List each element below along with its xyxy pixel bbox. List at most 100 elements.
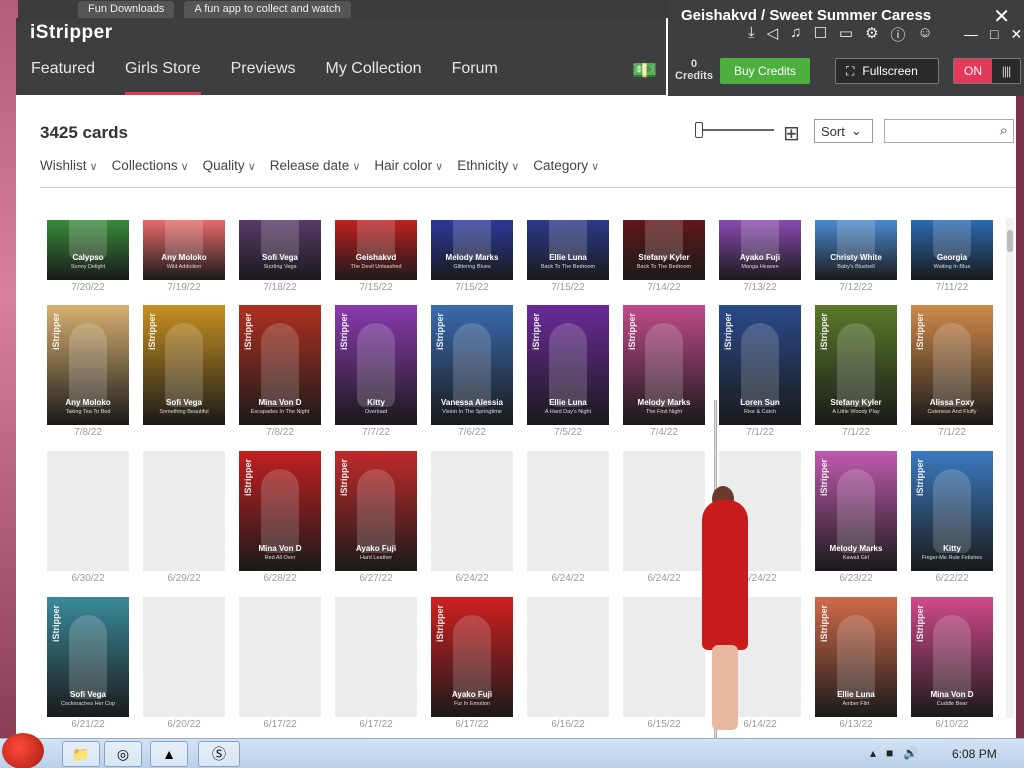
card[interactable]: iStripper Melody Marks Kawaii Girl 6/23/22 bbox=[815, 451, 897, 584]
explorer-icon[interactable]: 📁 bbox=[62, 741, 100, 767]
music-icon[interactable]: ♫ bbox=[790, 24, 801, 45]
istripper-taskbar-icon[interactable]: Ⓢ bbox=[198, 741, 240, 767]
user-icon[interactable]: ☺ bbox=[918, 24, 933, 45]
card[interactable]: iStripper Vanessa Alessia Vision In The Sp… bbox=[431, 305, 513, 438]
filter-wishlist[interactable]: Wishlist ∨ bbox=[40, 158, 98, 173]
close-window-icon[interactable]: ✕ bbox=[1010, 26, 1022, 43]
money-icon[interactable]: 💵 bbox=[632, 58, 668, 88]
nav-previews[interactable]: Previews bbox=[216, 52, 311, 95]
dancer-dress bbox=[702, 500, 748, 650]
zoom-slider-handle[interactable] bbox=[695, 122, 703, 138]
card-model-name: Ellie Luna bbox=[837, 690, 875, 699]
model-silhouette bbox=[837, 615, 875, 699]
card[interactable]: Geishakvd The Devil Unleashed 7/15/22 bbox=[335, 220, 417, 293]
scrollbar[interactable] bbox=[1006, 218, 1014, 718]
card[interactable]: iStripper Mina Von D Red All Over 6/28/22 bbox=[239, 451, 321, 584]
card[interactable]: iStripper Ayako Fuji Hard Leather 6/27/22 bbox=[335, 451, 417, 584]
card[interactable]: 6/20/22 bbox=[143, 597, 225, 730]
card-show-title: Something Beautiful bbox=[159, 409, 209, 415]
filter-ethnicity[interactable]: Ethnicity ∨ bbox=[457, 158, 519, 173]
card-placeholder bbox=[431, 451, 513, 571]
card[interactable]: 6/24/22 bbox=[527, 451, 609, 584]
card[interactable]: Any Moloko Wild Addiction 7/19/22 bbox=[143, 220, 225, 293]
filter-quality[interactable]: Quality ∨ bbox=[203, 158, 256, 173]
card[interactable]: iStripper Kitty Overload 7/7/22 bbox=[335, 305, 417, 438]
grid-view-icon[interactable]: ⊞ bbox=[783, 121, 800, 146]
card[interactable]: iStripper Kitty Finger-Me Rule Fetishes 6/2… bbox=[911, 451, 993, 584]
card-show-title: Amber Flirt bbox=[842, 701, 870, 707]
card-placeholder bbox=[47, 451, 129, 571]
card-show-title: Sunny Delight bbox=[70, 264, 106, 270]
card[interactable]: iStripper Alissa Foxy Cuteness And Fluffy 7… bbox=[911, 305, 993, 438]
nav-girls-store[interactable]: Girls Store bbox=[110, 52, 216, 95]
network-icon[interactable]: ■ bbox=[886, 746, 893, 760]
volume-icon[interactable]: 🔊 bbox=[903, 746, 918, 760]
card[interactable]: Melody Marks Glittering Blues 7/15/22 bbox=[431, 220, 513, 293]
filter-category[interactable]: Category ∨ bbox=[533, 158, 599, 173]
filter-hair-color[interactable]: Hair color ∨ bbox=[374, 158, 443, 173]
vlc-icon[interactable]: ▲ bbox=[150, 741, 188, 767]
card[interactable]: Christy White Baby's Bluebell 7/12/22 bbox=[815, 220, 897, 293]
card[interactable]: iStripper Any Moloko Taking Tea To Bed 7/8/… bbox=[47, 305, 129, 438]
card[interactable]: iStripper Sofi Vega Cockroaches Her Cop 6/2… bbox=[47, 597, 129, 730]
card[interactable]: iStripper Mina Von D Escapades In The Nigh… bbox=[239, 305, 321, 438]
monitor-icon[interactable]: ▭ bbox=[839, 24, 853, 45]
browser-tab-active[interactable]: A fun app to collect and watch bbox=[184, 1, 351, 19]
start-button[interactable] bbox=[2, 733, 44, 768]
sound-icon[interactable]: ◁ bbox=[767, 24, 779, 45]
card[interactable]: iStripper Mina Von D Cuddle Bear 6/10/22 bbox=[911, 597, 993, 730]
card-release-date: 6/21/22 bbox=[71, 719, 105, 730]
info-icon[interactable]: ⓘ bbox=[891, 24, 906, 45]
card-brand-tag: iStripper bbox=[819, 605, 829, 643]
clipboard-icon[interactable]: ☐ bbox=[813, 24, 826, 45]
filter-release-date[interactable]: Release date ∨ bbox=[270, 158, 361, 173]
minimize-icon[interactable]: — bbox=[964, 26, 978, 43]
card-brand-tag: iStripper bbox=[435, 605, 445, 643]
maximize-icon[interactable]: □ bbox=[990, 26, 998, 43]
card-show-title: A Little Woody Play bbox=[832, 409, 880, 415]
gear-icon[interactable]: ⚙ bbox=[865, 24, 878, 45]
card[interactable]: 6/29/22 bbox=[143, 451, 225, 584]
scrollbar-thumb[interactable] bbox=[1007, 230, 1013, 252]
nav-featured[interactable]: Featured bbox=[16, 52, 110, 95]
download-icon[interactable]: ⤓ bbox=[748, 24, 755, 45]
card[interactable]: Stefany Kyler Back To The Bedroom 7/14/22 bbox=[623, 220, 705, 293]
system-tray: ▴ ■ 🔊 bbox=[870, 746, 918, 760]
buy-credits-button[interactable]: Buy Credits bbox=[720, 58, 810, 84]
card[interactable]: Ayako Fuji Manga Heaven 7/13/22 bbox=[719, 220, 801, 293]
fullscreen-button[interactable]: ⛶ Fullscreen bbox=[835, 58, 939, 84]
card-release-date: 7/13/22 bbox=[743, 282, 777, 293]
search-box[interactable]: ⌕ bbox=[884, 119, 1014, 143]
card[interactable]: 6/16/22 bbox=[527, 597, 609, 730]
card[interactable]: 6/30/22 bbox=[47, 451, 129, 584]
tray-expand-icon[interactable]: ▴ bbox=[870, 746, 876, 760]
show-toggle[interactable]: ON |||| bbox=[953, 58, 1021, 84]
card-model-name: Ayako Fuji bbox=[739, 253, 781, 262]
nav-forum[interactable]: Forum bbox=[437, 52, 513, 95]
card-release-date: 6/20/22 bbox=[167, 719, 201, 730]
card[interactable]: Georgia Waiting In Blue 7/11/22 bbox=[911, 220, 993, 293]
nav-my-collection[interactable]: My Collection bbox=[311, 52, 437, 95]
sort-dropdown[interactable]: Sort ⌄ bbox=[814, 119, 873, 143]
model-silhouette bbox=[69, 615, 107, 699]
card[interactable]: iStripper Ayako Fuji Fur In Emotion 6/17/22 bbox=[431, 597, 513, 730]
card[interactable]: 6/17/22 bbox=[335, 597, 417, 730]
card[interactable]: 6/24/22 bbox=[431, 451, 513, 584]
card-brand-tag: iStripper bbox=[819, 459, 829, 497]
browser-tab[interactable]: Fun Downloads bbox=[78, 1, 175, 19]
filter-collections[interactable]: Collections ∨ bbox=[112, 158, 189, 173]
card[interactable]: iStripper Ellie Luna A Hard Day's Night 7/5… bbox=[527, 305, 609, 438]
card[interactable]: Calypso Sunny Delight 7/20/22 bbox=[47, 220, 129, 293]
chrome-icon[interactable]: ◎ bbox=[104, 741, 142, 767]
card[interactable]: iStripper Ellie Luna Amber Flirt 6/13/22 bbox=[815, 597, 897, 730]
clock[interactable]: 6:08 PM bbox=[952, 747, 997, 761]
search-input[interactable] bbox=[885, 120, 985, 142]
card[interactable]: Ellie Luna Back To The Bedroom 7/15/22 bbox=[527, 220, 609, 293]
card[interactable]: Sofi Vega Sizzling Vega 7/18/22 bbox=[239, 220, 321, 293]
search-icon[interactable]: ⌕ bbox=[1000, 122, 1008, 139]
model-silhouette bbox=[261, 469, 299, 553]
zoom-slider-track[interactable] bbox=[699, 129, 774, 131]
card[interactable]: iStripper Stefany Kyler A Little Woody Pla… bbox=[815, 305, 897, 438]
card[interactable]: iStripper Sofi Vega Something Beautiful bbox=[143, 305, 225, 427]
card[interactable]: 6/17/22 bbox=[239, 597, 321, 730]
